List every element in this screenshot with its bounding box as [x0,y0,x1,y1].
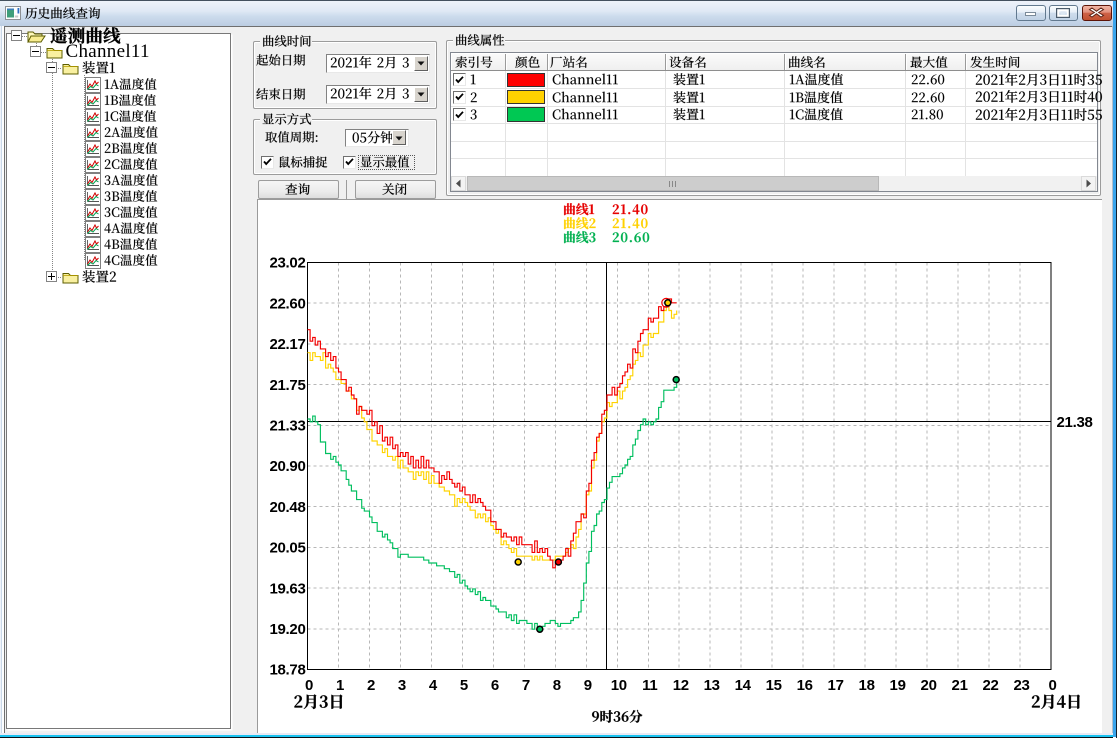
svg-text:8: 8 [553,677,561,694]
svg-text:20: 20 [921,677,937,694]
svg-text:21.75: 21.75 [269,377,305,394]
svg-text:10: 10 [611,677,627,694]
svg-text:20.05: 20.05 [269,540,305,557]
svg-text:2: 2 [367,677,375,694]
svg-text:15: 15 [766,677,782,694]
svg-text:21.38: 21.38 [1057,414,1093,431]
svg-text:1: 1 [336,677,344,694]
svg-text:21: 21 [952,677,968,694]
svg-text:5: 5 [460,677,468,694]
svg-text:23: 23 [1013,677,1029,694]
svg-text:17: 17 [828,677,844,694]
svg-text:14: 14 [735,677,752,694]
svg-text:18: 18 [859,677,875,694]
svg-text:0: 0 [305,677,313,694]
svg-text:23.02: 23.02 [269,255,305,272]
svg-text:11: 11 [642,677,657,694]
svg-text:16: 16 [797,677,813,694]
svg-text:12: 12 [673,677,689,694]
svg-text:9: 9 [584,677,592,694]
svg-text:22: 22 [982,677,998,694]
svg-text:18.78: 18.78 [269,662,305,679]
svg-text:20.90: 20.90 [269,458,305,475]
svg-text:22.17: 22.17 [269,336,305,353]
svg-text:21.33: 21.33 [269,418,305,435]
svg-text:4: 4 [429,677,438,694]
svg-text:7: 7 [522,677,530,694]
svg-text:19.63: 19.63 [269,580,305,597]
svg-text:19: 19 [890,677,906,694]
svg-text:20.48: 20.48 [269,499,305,516]
svg-text:13: 13 [704,677,720,694]
svg-text:19.20: 19.20 [269,621,305,638]
svg-text:3: 3 [398,677,406,694]
svg-text:6: 6 [491,677,499,694]
svg-text:22.60: 22.60 [269,295,305,312]
svg-text:0: 0 [1048,677,1056,694]
